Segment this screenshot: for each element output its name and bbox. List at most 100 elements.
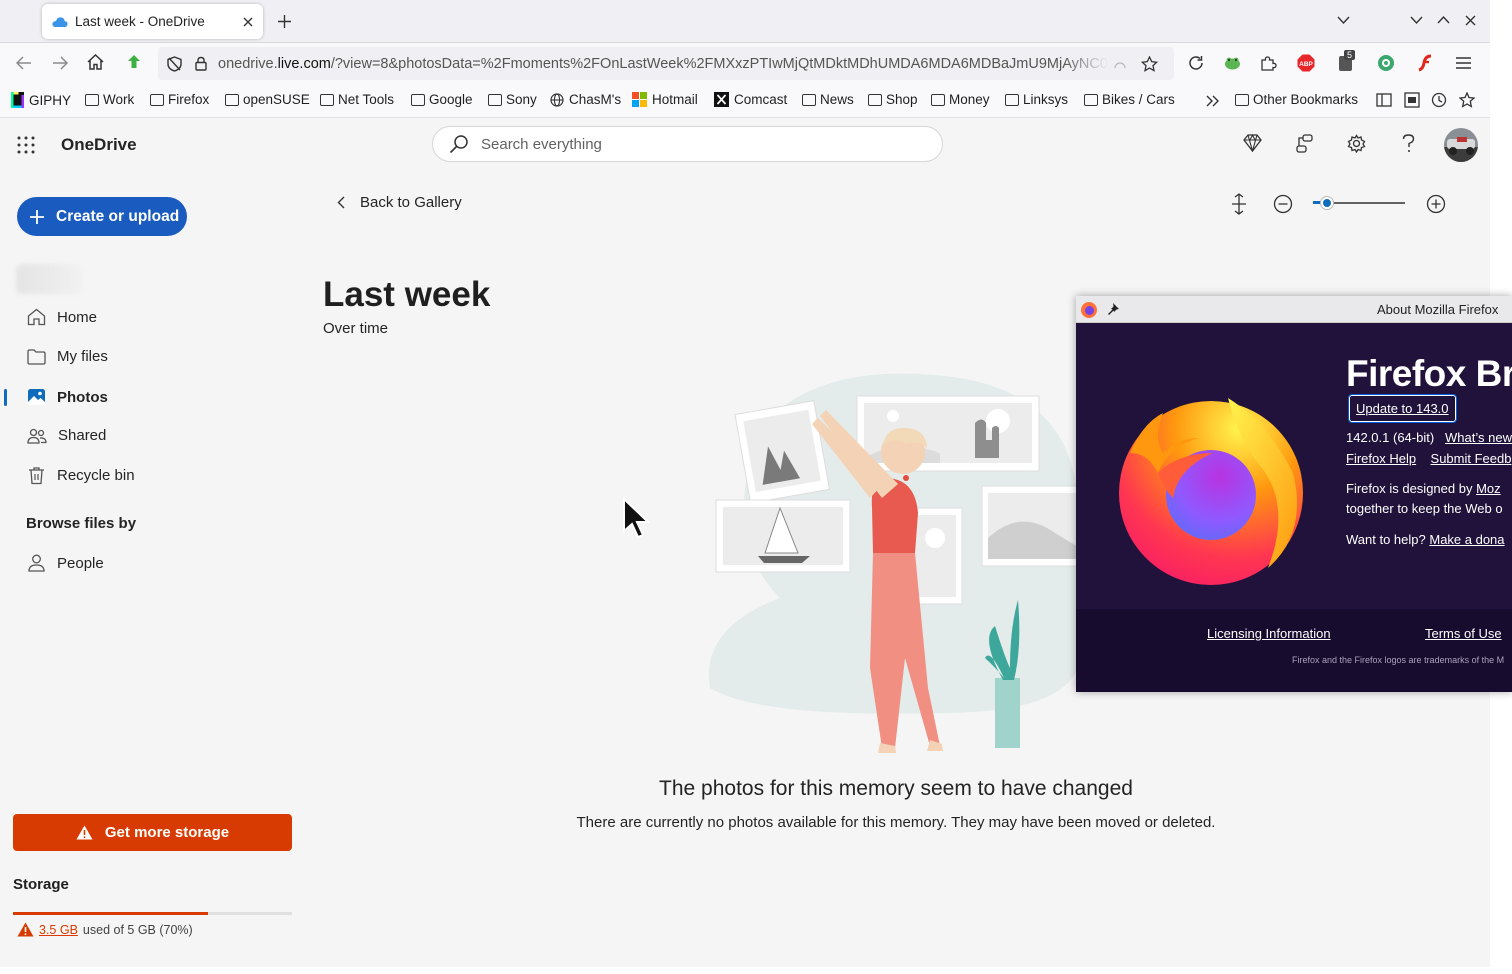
bookmark-bikes-cars[interactable]: Bikes / Cars [1084,92,1175,107]
zoom-in-icon[interactable] [1426,194,1446,214]
close-tab-icon[interactable] [243,17,253,27]
update-button[interactable]: Update to 143.0 [1348,394,1457,423]
nav-item-photos[interactable]: Photos [27,388,108,406]
giphy-icon [11,92,24,108]
bookmark-hotmail[interactable]: Hotmail [632,92,698,107]
user-avatar[interactable] [1443,127,1479,163]
close-window-icon[interactable] [1465,15,1476,26]
folder-icon [150,93,164,106]
submit-feedback-link[interactable]: Submit Feedb [1431,451,1512,466]
dialog-title: About Mozilla Firefox [1377,302,1499,317]
pin-icon[interactable] [1107,302,1120,316]
nav-item-home[interactable]: Home [27,308,97,326]
green-extension-icon[interactable] [126,54,142,70]
bookmark-news[interactable]: News [802,92,854,107]
back-to-gallery-link[interactable]: Back to Gallery [337,194,462,211]
help-question-icon[interactable] [1402,134,1415,153]
extensions-puzzle-icon[interactable] [1260,54,1277,71]
minimize-window-icon[interactable] [1410,16,1423,25]
home-icon[interactable] [87,54,104,70]
folder-icon [320,93,334,106]
bookmark-net-tools[interactable]: Net Tools [320,92,394,107]
folder-icon [868,93,882,106]
trademark-text: Firefox and the Firefox logos are tradem… [1292,655,1505,665]
search-box[interactable]: Search everything [432,126,943,162]
bookmark-firefox[interactable]: Firefox [150,92,209,107]
bookmark-giphy[interactable]: GIPHY [11,92,71,108]
version-text: 142.0.1 (64-bit) [1346,430,1435,445]
url-text[interactable]: onedrive.live.com/?view=8&photosData=%2F… [218,56,1108,72]
bookmark-work[interactable]: Work [85,92,134,107]
new-tab-icon[interactable] [278,15,291,28]
mozilla-link[interactable]: Moz [1476,481,1501,496]
terms-of-use-link[interactable]: Terms of Use [1425,626,1502,641]
donate-link[interactable]: Make a dona [1429,532,1504,547]
folder-icon [411,93,425,106]
recycle-bin-icon [29,467,44,485]
bookmark-manager-star-icon[interactable] [1459,92,1475,108]
nav-item-shared[interactable]: Shared [27,427,106,444]
nav-item-people[interactable]: People [27,554,104,572]
search-placeholder: Search everything [481,135,602,153]
hamburger-menu-icon[interactable] [1456,57,1471,69]
photos-icon [28,389,45,405]
whats-new-link[interactable]: What’s new [1445,430,1512,445]
storage-used-link[interactable]: 3.5 GB [39,923,78,937]
bookmark-money[interactable]: Money [931,92,990,107]
together-text: together to keep the Web o [1346,501,1503,516]
forward-arrow-icon[interactable] [52,56,68,70]
folder-icon [225,93,239,106]
lock-icon[interactable] [195,56,207,71]
firefox-logo [1119,398,1303,585]
reload-icon[interactable] [1188,55,1204,71]
url-bar[interactable]: onedrive.live.com/?view=8&photosData=%2F… [158,47,1174,80]
adblock-plus-icon[interactable]: ABP [1297,54,1315,72]
bookmark-star-icon[interactable] [1141,55,1158,72]
bookmark-opensuse[interactable]: openSUSE [225,92,310,107]
frog-extension-icon[interactable] [1224,55,1241,71]
nav-item-recycle-bin[interactable]: Recycle bin [27,466,135,485]
flow-share-icon[interactable] [1295,134,1314,153]
tracking-protection-icon[interactable] [167,55,182,72]
about-dialog-body: Firefox Br Update to 143.0 142.0.1 (64-b… [1076,323,1512,609]
pocket-save-icon[interactable] [1404,92,1420,108]
zoom-out-icon[interactable] [1273,194,1293,214]
premium-diamond-icon[interactable] [1243,134,1262,152]
bookmark-linksys[interactable]: Linksys [1005,92,1068,107]
bookmark-comcast[interactable]: Comcast [714,92,787,107]
bookmark-google[interactable]: Google [411,92,473,107]
nav-item-my-files[interactable]: My files [27,348,108,365]
bookmark-other-bookmarks[interactable]: Other Bookmarks [1235,92,1358,107]
licensing-information-link[interactable]: Licensing Information [1207,626,1331,641]
zoom-slider-thumb[interactable] [1319,196,1334,210]
warning-icon [76,825,93,840]
maximize-window-icon[interactable] [1437,15,1450,24]
empty-state-message: There are currently no photos available … [576,814,1216,831]
firefox-wordmark: Firefox Br [1346,353,1512,394]
create-or-upload-button[interactable]: Create or upload [17,197,187,236]
version-row: 142.0.1 (64-bit) What’s new [1346,430,1512,445]
settings-gear-icon[interactable] [1347,134,1366,153]
sidebar-icon[interactable] [1376,93,1392,107]
app-name[interactable]: OneDrive [61,135,137,155]
history-clock-icon[interactable] [1431,92,1447,108]
get-more-storage-button[interactable]: Get more storage [13,814,292,851]
badge-extension[interactable]: 5 [1337,50,1359,72]
app-launcher-waffle-icon[interactable] [17,136,35,154]
zoom-slider[interactable] [1313,195,1405,211]
flash-extension-icon[interactable] [1417,54,1435,72]
person-icon [28,554,45,572]
green-circle-extension-icon[interactable] [1377,54,1395,72]
firefox-help-link[interactable]: Firefox Help [1346,451,1416,466]
bookmark-chasms[interactable]: ChasM's [550,92,621,107]
reader-view-icon[interactable] [1114,59,1126,69]
chevron-more-bookmarks-icon[interactable] [1206,95,1220,107]
browser-tab-onedrive[interactable]: Last week - OneDrive [42,4,263,39]
list-tabs-icon[interactable] [1337,16,1350,25]
folder-icon [488,93,502,106]
bookmark-sony[interactable]: Sony [488,92,537,107]
bookmark-shop[interactable]: Shop [868,92,918,107]
back-arrow-icon[interactable] [16,56,32,70]
active-nav-indicator [4,389,7,406]
fit-height-icon[interactable] [1232,193,1246,215]
